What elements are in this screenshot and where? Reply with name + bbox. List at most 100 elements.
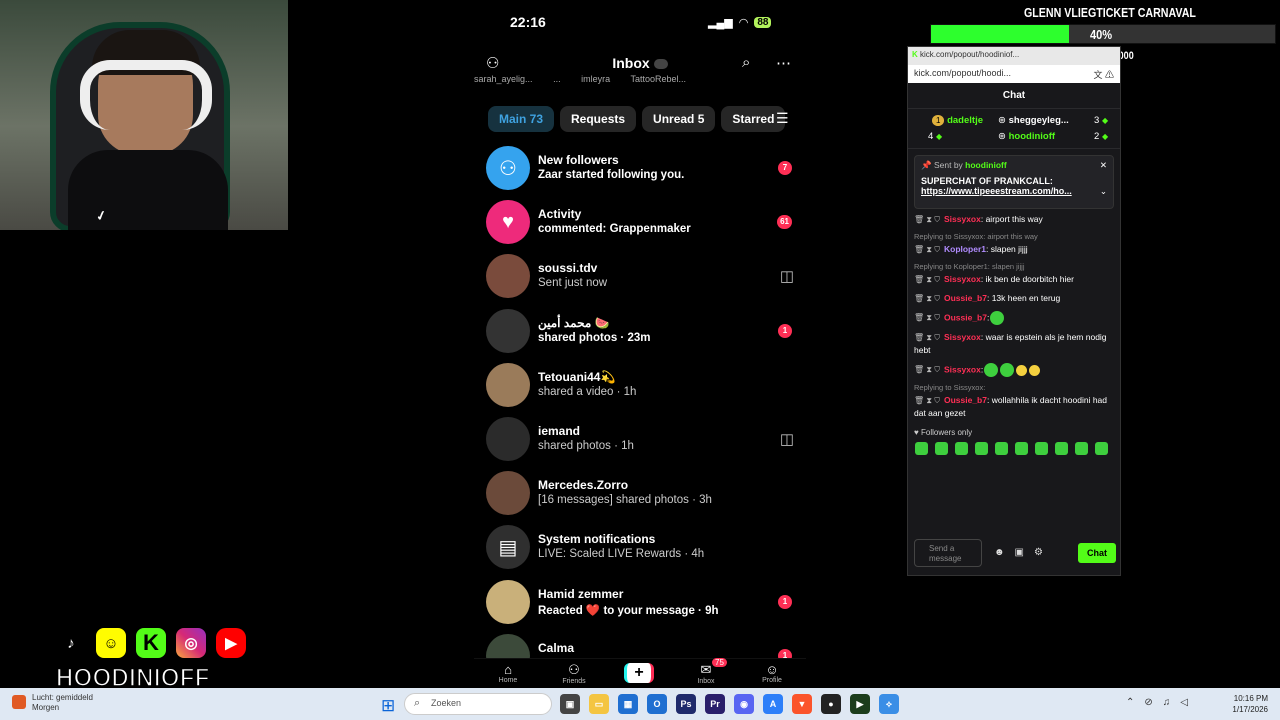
file-explorer-icon[interactable]: ▭	[589, 694, 609, 714]
address-bar[interactable]: kick.com/popout/hoodi... 文 ⚠	[908, 65, 1120, 83]
chat-message[interactable]: 🗑 ⧗ ⛉ Sissyxox: ik ben de doorbitch hier	[914, 273, 1114, 286]
emote-icon[interactable]	[915, 442, 928, 455]
emote-icon[interactable]	[955, 442, 968, 455]
thread-item[interactable]: Tetouani44💫 shared a video · 1h	[484, 360, 796, 410]
mod-actions-icon[interactable]: 🗑 ⧗ ⛉	[914, 333, 940, 342]
premiere-icon[interactable]: Pr	[705, 694, 725, 714]
browser-tab[interactable]: K kick.com/popout/hoodiniof...	[908, 47, 1120, 65]
obs-icon[interactable]: ●	[821, 694, 841, 714]
store-icon[interactable]: ▣	[1015, 547, 1024, 558]
discord-icon[interactable]: ◉	[734, 694, 754, 714]
chat-username[interactable]: Sissyxox	[944, 364, 981, 374]
chat-username[interactable]: Oussie_b7	[944, 293, 987, 303]
emote-icon[interactable]	[975, 442, 988, 455]
more-icon[interactable]: ⋯	[776, 54, 791, 72]
story-name[interactable]: TattooRebel...	[630, 74, 686, 84]
thread-item[interactable]: soussi.tdv Sent just now ◫	[484, 251, 796, 301]
chat-message[interactable]: 🗑 ⧗ ⛉ Sissyxox: waar is epstein als je he…	[914, 331, 1114, 357]
store-icon[interactable]: ▦	[618, 694, 638, 714]
thread-item[interactable]: ▤ System notifications LIVE: Scaled LIVE R…	[484, 522, 796, 572]
search-icon[interactable]: ⌕	[742, 54, 750, 71]
chat-username[interactable]: Koploper1	[944, 244, 986, 254]
tab-requests[interactable]: Requests	[560, 106, 637, 132]
thread-preview: shared photos · 23m	[538, 331, 651, 344]
webcam-feed: ✓	[0, 0, 288, 230]
story-name[interactable]: imleyra	[581, 74, 610, 84]
thread-name: New followers	[538, 153, 619, 167]
thread-item[interactable]: ♥ Activity commented: Grappenmaker 61	[484, 197, 796, 247]
pinned-message[interactable]: 📌 Sent by hoodinioff SUPERCHAT OF PRANKC…	[914, 155, 1114, 209]
instagram-icon: ◎	[176, 628, 206, 658]
chat-message[interactable]: 🗑 ⧗ ⛉ Sissyxox:	[914, 363, 1114, 377]
stories-strip: sarah_ayelig... ... imleyra TattooRebel.…	[474, 74, 806, 88]
thread-preview: [16 messages] shared photos · 3h	[538, 494, 712, 507]
thread-item[interactable]: iemand shared photos · 1h ◫	[484, 414, 796, 464]
pinned-link[interactable]: https://www.tipeeestream.com/ho...	[921, 186, 1107, 196]
nav-home[interactable]: ⌂ Home	[484, 662, 532, 684]
photoshop-icon[interactable]: Ps	[676, 694, 696, 714]
microphone-icon[interactable]: ♫	[1163, 697, 1171, 708]
extension-icons[interactable]: 文 ⚠	[1093, 68, 1114, 80]
nav-friends[interactable]: ⚇ Friends	[550, 662, 598, 685]
volume-icon[interactable]: ◁	[1180, 697, 1188, 708]
tab-unread[interactable]: Unread 5	[642, 106, 716, 132]
goal-title: GLENN VLIEGTICKET CARNAVAL	[1024, 5, 1196, 20]
chat-message[interactable]: 🗑 ⧗ ⛉ Oussie_b7: 13k heen en terug	[914, 292, 1114, 305]
tab-main[interactable]: Main 73	[488, 106, 555, 132]
arc-icon[interactable]: A	[763, 694, 783, 714]
mod-actions-icon[interactable]: 🗑 ⧗ ⛉	[914, 294, 940, 303]
network-icon[interactable]: ⊘	[1144, 697, 1152, 708]
create-button[interactable]: +	[624, 663, 654, 683]
emote-icon[interactable]	[995, 442, 1008, 455]
camera-icon[interactable]: ◫	[780, 430, 794, 448]
chat-username[interactable]: Sissyxox	[944, 274, 981, 284]
mod-actions-icon[interactable]: 🗑 ⧗ ⛉	[914, 215, 940, 224]
chat-message[interactable]: 🗑 ⧗ ⛉ Koploper1: slapen jijjj	[914, 243, 1114, 256]
gear-icon[interactable]: ⚙	[1034, 547, 1043, 558]
mod-actions-icon[interactable]: 🗑 ⧗ ⛉	[914, 275, 940, 284]
chat-username[interactable]: Sissyxox	[944, 332, 981, 342]
story-name[interactable]: ...	[553, 74, 561, 84]
mod-actions-icon[interactable]: 🗑 ⧗ ⛉	[914, 313, 940, 322]
chat-message[interactable]: 🗑 ⧗ ⛉ Oussie_b7:	[914, 311, 1114, 325]
emote-icon[interactable]	[1035, 442, 1048, 455]
terminal-icon[interactable]: ▶	[850, 694, 870, 714]
thread-item[interactable]: Hamid zemmer Reacted ❤️ to your message ·…	[484, 577, 796, 627]
unpin-icon[interactable]: ✕	[1100, 160, 1107, 171]
windows-start-icon[interactable]: ⊞	[381, 696, 395, 716]
nav-inbox[interactable]: ✉ 75 Inbox	[682, 658, 730, 685]
chat-send-button[interactable]: Chat	[1078, 543, 1116, 563]
chat-message[interactable]: 🗑 ⧗ ⛉ Sissyxox: airport this way	[914, 213, 1114, 226]
maps-icon[interactable]: ⟡	[879, 694, 899, 714]
chevron-down-icon[interactable]: ⌄	[1100, 186, 1107, 197]
taskbar-search[interactable]: ⌕ Zoeken	[404, 693, 552, 715]
emoji-icon[interactable]: ☻	[994, 547, 1005, 558]
story-name[interactable]: sarah_ayelig...	[474, 74, 533, 84]
chat-username[interactable]: Oussie_b7	[944, 395, 987, 405]
emote-icon[interactable]	[1095, 442, 1108, 455]
chat-input[interactable]: Send a message	[914, 539, 982, 567]
camera-icon[interactable]: ◫	[780, 267, 794, 285]
chat-username[interactable]: Sissyxox	[944, 214, 981, 224]
taskbar-clock[interactable]: 10:16 PM 1/17/2026	[1216, 693, 1268, 715]
task-view-icon[interactable]: ▣	[560, 694, 580, 714]
outlook-icon[interactable]: O	[647, 694, 667, 714]
brave-icon[interactable]: ▼	[792, 694, 812, 714]
filter-icon[interactable]: ☰	[776, 110, 789, 127]
mod-actions-icon[interactable]: 🗑 ⧗ ⛉	[914, 245, 940, 254]
chevron-up-icon[interactable]: ⌃	[1126, 697, 1134, 708]
emote-icon[interactable]	[935, 442, 948, 455]
thread-item[interactable]: محمد أمين 🍉 shared photos · 23m 1	[484, 306, 796, 356]
mod-actions-icon[interactable]: 🗑 ⧗ ⛉	[914, 365, 940, 374]
chat-username[interactable]: Oussie_b7	[944, 312, 987, 322]
thread-item[interactable]: Mercedes.Zorro [16 messages] shared photo…	[484, 468, 796, 518]
nav-profile[interactable]: ☺ Profile	[748, 662, 796, 684]
chat-message[interactable]: 🗑 ⧗ ⛉ Oussie_b7: wollahhila ik dacht hood…	[914, 394, 1114, 420]
gift-icon: ◆	[1101, 116, 1109, 125]
emote-icon[interactable]	[1015, 442, 1028, 455]
emote-icon[interactable]	[1055, 442, 1068, 455]
weather-widget[interactable]: Lucht: gemiddeld Morgen	[12, 693, 93, 713]
emote-icon[interactable]	[1075, 442, 1088, 455]
thread-item[interactable]: ⚇ New followers Zaar started following you…	[484, 143, 796, 193]
mod-actions-icon[interactable]: 🗑 ⧗ ⛉	[914, 396, 940, 405]
